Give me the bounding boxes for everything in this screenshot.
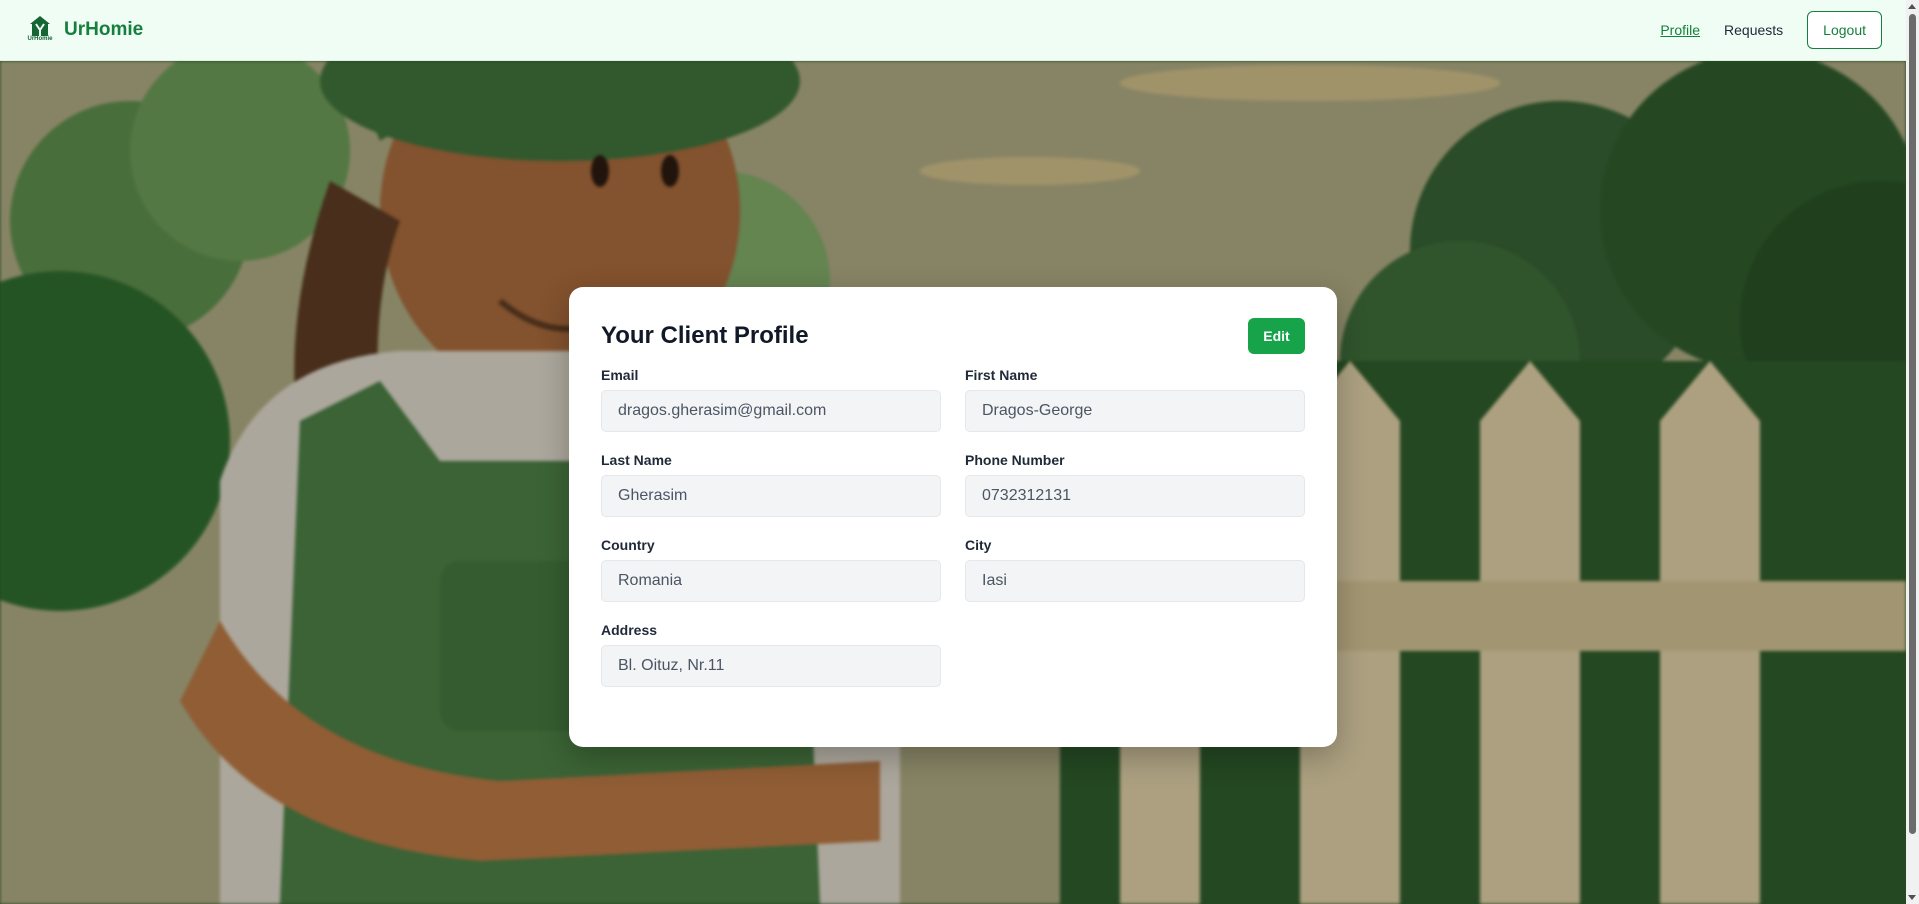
scroll-down-icon[interactable]: [1908, 895, 1916, 900]
brand-name: UrHomie: [64, 19, 144, 40]
top-navbar: UrHomie UrHomie Profile Requests Logout: [0, 0, 1906, 61]
phone-group: Phone Number: [965, 452, 1305, 517]
city-label: City: [965, 537, 992, 553]
country-label: Country: [601, 537, 655, 553]
nav-link-requests[interactable]: Requests: [1724, 22, 1783, 38]
card-header: Your Client Profile Edit: [601, 317, 1305, 355]
client-profile-card: Your Client Profile Edit Email First Nam…: [569, 287, 1337, 747]
house-icon: UrHomie: [24, 14, 56, 46]
address-group: Address: [601, 622, 941, 687]
email-field[interactable]: [601, 390, 941, 432]
profile-fields: Email First Name Last Name Phone Number …: [601, 367, 1305, 687]
last-name-group: Last Name: [601, 452, 941, 517]
page-title: Your Client Profile: [601, 322, 809, 349]
address-field[interactable]: [601, 645, 941, 687]
page-scrollbar[interactable]: [1906, 0, 1919, 904]
country-group: Country: [601, 537, 941, 602]
logo-caption: UrHomie: [27, 36, 53, 42]
logout-button[interactable]: Logout: [1807, 11, 1882, 49]
last-name-field[interactable]: [601, 475, 941, 517]
last-name-label: Last Name: [601, 452, 672, 468]
first-name-label: First Name: [965, 367, 1038, 383]
email-group: Email: [601, 367, 941, 432]
scroll-up-icon[interactable]: [1908, 4, 1916, 9]
nav-link-profile[interactable]: Profile: [1660, 22, 1700, 38]
city-group: City: [965, 537, 1305, 602]
first-name-group: First Name: [965, 367, 1305, 432]
country-field[interactable]: [601, 560, 941, 602]
brand-link[interactable]: UrHomie UrHomie: [24, 14, 143, 46]
city-field[interactable]: [965, 560, 1305, 602]
email-label: Email: [601, 367, 639, 383]
address-label: Address: [601, 622, 658, 638]
phone-field[interactable]: [965, 475, 1305, 517]
nav-menu: Profile Requests Logout: [1660, 11, 1882, 49]
phone-label: Phone Number: [965, 452, 1065, 468]
scroll-thumb[interactable]: [1909, 14, 1916, 834]
first-name-field[interactable]: [965, 390, 1305, 432]
edit-button[interactable]: Edit: [1248, 318, 1305, 354]
